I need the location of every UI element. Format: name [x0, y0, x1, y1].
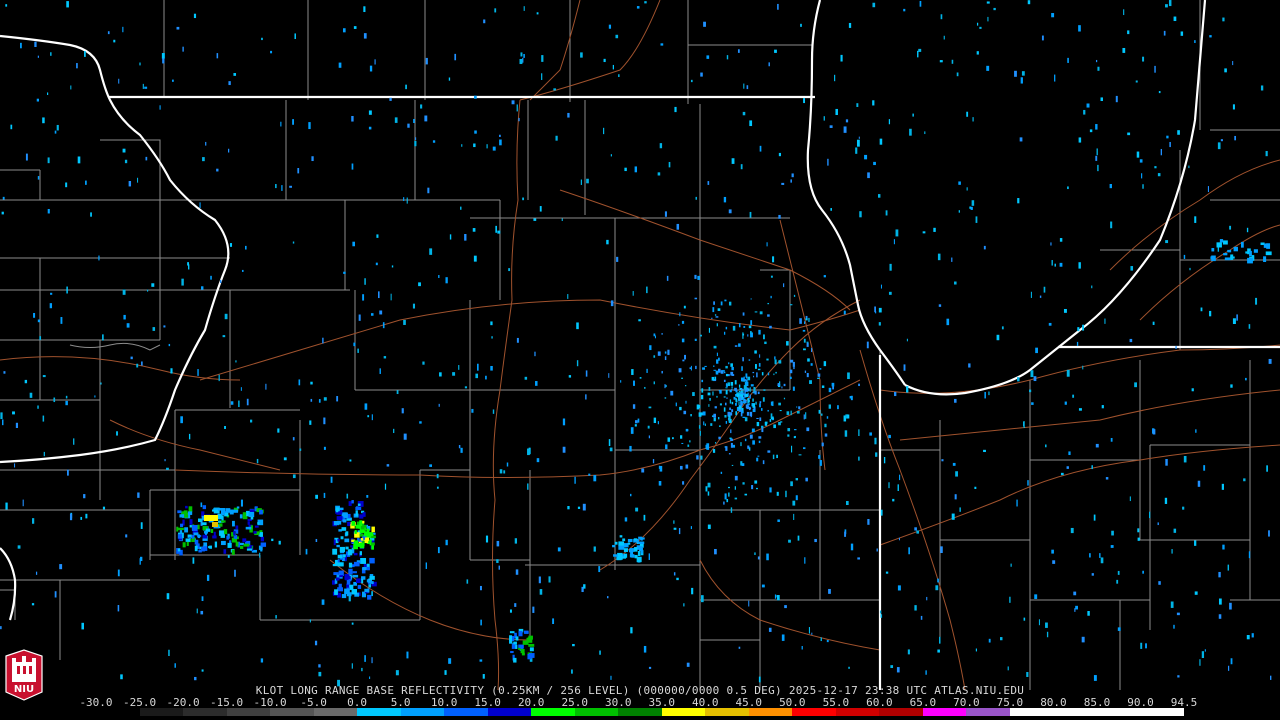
color-scale-bar	[96, 708, 1184, 716]
radar-map	[0, 0, 1280, 720]
scale-swatch	[400, 708, 445, 716]
scale-swatch	[705, 708, 749, 716]
scale-swatch	[183, 708, 227, 716]
scale-swatch	[748, 708, 793, 716]
scale-swatch	[1140, 708, 1184, 716]
scale-swatch	[444, 708, 488, 716]
scale-swatch	[96, 708, 140, 716]
scale-swatch	[139, 708, 184, 716]
scale-swatch	[835, 708, 880, 716]
scale-swatch	[792, 708, 836, 716]
scale-swatch	[313, 708, 358, 716]
scale-swatch	[661, 708, 706, 716]
scale-swatch	[226, 708, 271, 716]
scale-swatch	[357, 708, 401, 716]
scale-swatch	[966, 708, 1010, 716]
scale-swatch	[531, 708, 575, 716]
scale-swatch	[1053, 708, 1097, 716]
scale-swatch	[270, 708, 314, 716]
scale-swatch	[487, 708, 532, 716]
scale-swatch	[618, 708, 662, 716]
scale-swatch	[574, 708, 619, 716]
color-scale-labels: -30.0 -25.0 -20.0 -15.0 -10.0 -5.0 0.0 5.0 10.0 1…	[79, 696, 1197, 709]
scale-swatch	[1096, 708, 1141, 716]
scale-swatch	[879, 708, 923, 716]
scale-swatch	[1009, 708, 1054, 716]
scale-swatch	[922, 708, 967, 716]
